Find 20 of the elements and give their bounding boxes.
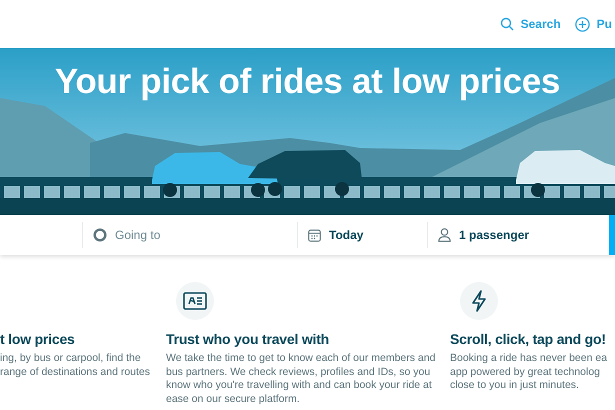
feature-description: ing, by bus or carpool, find the range of destinations and routes: [0, 352, 150, 379]
person-icon: [438, 228, 451, 242]
search-field[interactable]: Today: [298, 222, 428, 248]
feature-title: Trust who you travel with: [166, 331, 330, 347]
feature-description: We take the time to get to know each of our members and bus partners. We check reviews, profiles and IDs, so you know who you're travelling with and can book your ride at ease on our secure platform.: [166, 352, 436, 406]
feature-title: t low prices: [0, 331, 76, 347]
header-link[interactable]: Search: [500, 17, 561, 31]
hero-title: Your pick of rides at low prices: [54, 61, 562, 102]
lightning-icon: [460, 282, 498, 320]
circle-icon: [93, 228, 107, 242]
feature-title: Scroll, click, tap and go!: [450, 331, 607, 347]
plus-circle-icon: [574, 16, 590, 32]
header-link[interactable]: Pu: [574, 16, 612, 32]
id-card-icon: [176, 282, 214, 320]
search-button[interactable]: [609, 215, 615, 255]
search-field[interactable]: 1 passenger: [428, 222, 601, 248]
calendar-icon: [308, 228, 321, 242]
feature-description: Booking a ride has never been ea app powered by great technolog close to you in just minutes.: [450, 352, 608, 392]
search-icon: [500, 17, 514, 31]
search-field[interactable]: Going to: [83, 222, 298, 248]
